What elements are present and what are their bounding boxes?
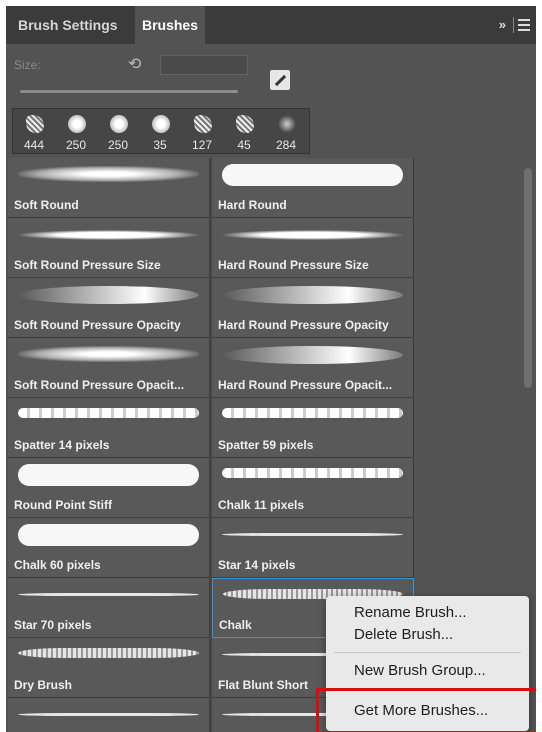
brush-stroke-preview (222, 408, 403, 418)
brush-name: Hard Round Pressure Opacit... (218, 378, 393, 392)
brush-tile[interactable]: Spatter 14 pixels (8, 398, 210, 458)
brush-tip-icon (236, 115, 254, 133)
brush-stroke-preview (18, 713, 199, 716)
brush-name: Chalk (219, 618, 252, 632)
recent-brush[interactable]: 35 (139, 109, 181, 153)
brush-stroke-preview (18, 524, 199, 546)
brush-tile[interactable]: Round Point Stiff (8, 458, 210, 518)
reset-size-icon[interactable]: ⟲ (128, 54, 141, 74)
collapse-icon[interactable]: » (499, 6, 506, 44)
brush-tile[interactable] (8, 698, 210, 732)
brush-tip-icon (194, 115, 212, 133)
tab-separator (513, 17, 514, 33)
brush-stroke-preview (18, 346, 199, 362)
recent-brush-size: 127 (191, 138, 213, 152)
recent-brush-size: 45 (237, 138, 251, 152)
brush-stroke-preview (18, 593, 199, 596)
recent-brush-size: 284 (275, 138, 297, 152)
brush-stroke-preview (18, 286, 199, 304)
recent-brush[interactable]: 444 (13, 109, 55, 153)
size-label: Size: (14, 58, 41, 72)
brush-tile[interactable]: Soft Round Pressure Size (8, 218, 210, 278)
brush-stroke-preview (222, 346, 403, 364)
brush-name: Star 14 pixels (218, 558, 296, 572)
brush-tile[interactable]: Hard Round Pressure Opacit... (212, 338, 414, 398)
recent-brush-size: 35 (153, 138, 167, 152)
recent-brush[interactable]: 250 (97, 109, 139, 153)
brush-tile[interactable]: Hard Round (212, 158, 414, 218)
panel-menu-icon[interactable] (518, 19, 530, 31)
brush-tile[interactable]: Hard Round Pressure Size (212, 218, 414, 278)
menu-divider (334, 652, 521, 653)
brush-name: Soft Round Pressure Opacity (14, 318, 181, 332)
brush-name: Flat Blunt Short (218, 678, 308, 692)
menu-item-new-brush-group[interactable]: New Brush Group... (354, 662, 486, 679)
brush-tile[interactable]: Soft Round (8, 158, 210, 218)
recent-brush[interactable]: 127 (181, 109, 223, 153)
menu-item-delete-brush[interactable]: Delete Brush... (354, 626, 453, 643)
brush-stroke-preview (18, 230, 199, 240)
brush-tip-icon (152, 115, 170, 133)
brush-name: Hard Round Pressure Opacity (218, 318, 389, 332)
brush-name: Hard Round (218, 198, 287, 212)
brush-tile[interactable]: Star 14 pixels (212, 518, 414, 578)
brush-stroke-preview (222, 533, 403, 536)
brush-tile[interactable]: Soft Round Pressure Opacity (8, 278, 210, 338)
brush-tip-icon (26, 115, 44, 133)
recent-brush-size: 250 (107, 138, 129, 152)
tab-brush-settings[interactable]: Brush Settings (18, 6, 118, 44)
brush-stroke-preview (222, 164, 403, 186)
brush-name: Dry Brush (14, 678, 73, 692)
brush-stroke-preview (18, 648, 199, 658)
scrollbar-thumb[interactable] (524, 168, 532, 388)
brush-tile[interactable]: Spatter 59 pixels (212, 398, 414, 458)
panel-tab-bar: Brush Settings Brushes » (6, 6, 536, 44)
brush-stroke-preview (18, 166, 199, 182)
brush-tile[interactable]: Chalk 60 pixels (8, 518, 210, 578)
annotation-highlight-box (316, 688, 536, 732)
recent-brush[interactable]: 250 (55, 109, 97, 153)
brush-name: Soft Round Pressure Opacit... (14, 378, 185, 392)
brush-tile[interactable]: Star 70 pixels (8, 578, 210, 638)
brush-tile[interactable]: Dry Brush (8, 638, 210, 698)
recent-brushes-strip: 444 250 250 35 127 45 284 (12, 108, 310, 154)
brush-name: Soft Round (14, 198, 79, 212)
brush-name: Chalk 60 pixels (14, 558, 101, 572)
brush-stroke-preview (222, 230, 403, 240)
brush-stroke-preview (18, 408, 199, 418)
brush-tile[interactable]: Hard Round Pressure Opacity (212, 278, 414, 338)
brush-tip-icon (110, 115, 128, 133)
brush-tile[interactable]: Chalk 11 pixels (212, 458, 414, 518)
recent-brush-size: 444 (23, 138, 45, 152)
brush-name: Star 70 pixels (14, 618, 92, 632)
brush-name: Soft Round Pressure Size (14, 258, 161, 272)
brush-name: Spatter 59 pixels (218, 438, 314, 452)
brush-name: Hard Round Pressure Size (218, 258, 369, 272)
brush-stroke-preview (222, 468, 403, 478)
tab-brushes[interactable]: Brushes (135, 6, 205, 44)
brushes-panel: Brush Settings Brushes » Size: ⟲ 444 250… (6, 6, 536, 732)
brush-tip-icon (68, 115, 86, 133)
size-input[interactable] (160, 55, 248, 75)
recent-brush-size: 250 (65, 138, 87, 152)
recent-brush[interactable]: 284 (265, 109, 307, 153)
recent-brush[interactable]: 45 (223, 109, 265, 153)
brush-tip-icon (278, 115, 296, 133)
brush-name: Spatter 14 pixels (14, 438, 110, 452)
brush-name: Round Point Stiff (14, 498, 112, 512)
menu-item-rename-brush[interactable]: Rename Brush... (354, 604, 467, 621)
brush-name: Chalk 11 pixels (218, 498, 305, 512)
brush-stroke-preview (18, 464, 199, 486)
size-slider[interactable] (20, 90, 238, 93)
brush-tile[interactable]: Soft Round Pressure Opacit... (8, 338, 210, 398)
brush-stroke-preview (222, 286, 403, 304)
new-brush-icon[interactable] (270, 70, 290, 90)
